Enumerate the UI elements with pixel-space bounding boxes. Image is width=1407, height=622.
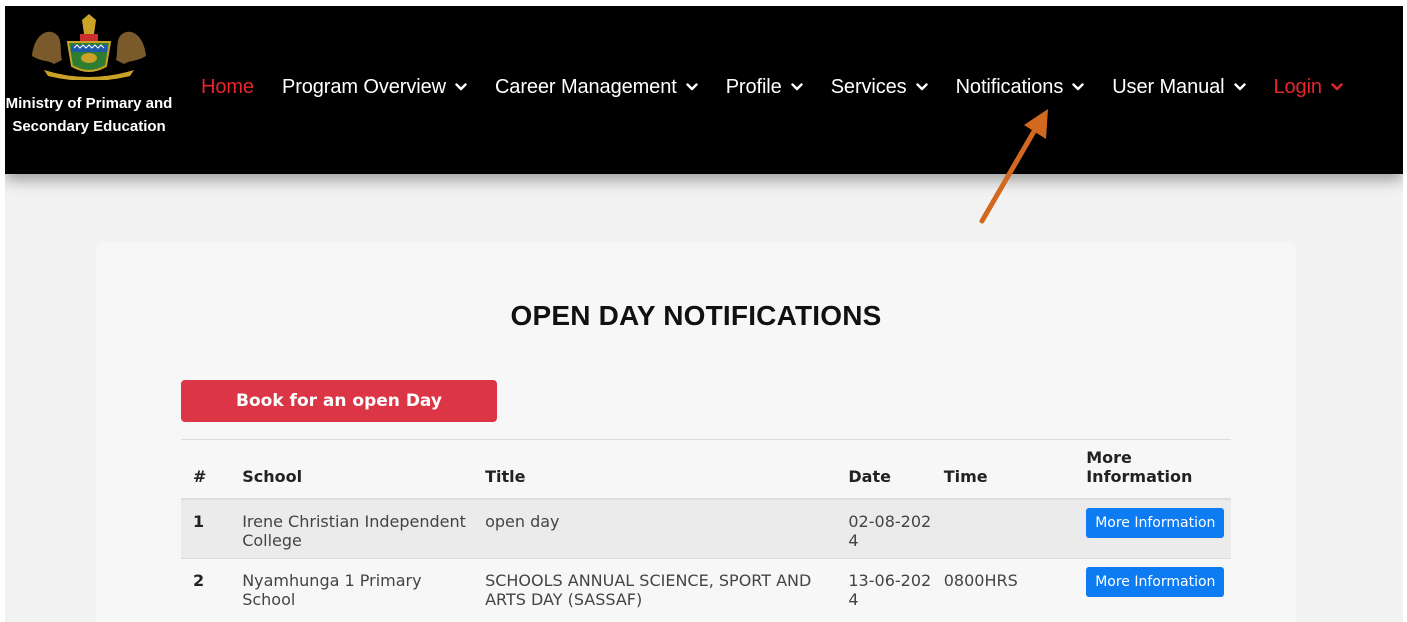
row-action: More Information [1080, 558, 1231, 617]
nav-notifications[interactable]: Notifications [942, 76, 1099, 99]
more-information-button[interactable]: More Information [1086, 508, 1225, 538]
header-time: Time [937, 439, 1081, 500]
coat-of-arms-icon [32, 14, 146, 80]
row-school: Nyamhunga 1 Primary School [236, 558, 480, 617]
row-time [937, 498, 1081, 559]
table-row: 1 Irene Christian Independent College op… [181, 498, 1231, 559]
brand[interactable]: Ministry of Primary and Secondary Educat… [5, 6, 173, 174]
nav-career-management[interactable]: Career Management [481, 76, 712, 99]
nav-program-overview-label: Program Overview [281, 75, 446, 98]
row-date: 13-06-2024 [842, 558, 938, 617]
header-date: Date [842, 439, 938, 500]
annotation-arrow-icon [979, 109, 1048, 224]
nav-home[interactable]: Home [201, 76, 268, 99]
row-time: 0800HRS [937, 558, 1081, 617]
top-navbar: Ministry of Primary and Secondary Educat… [5, 6, 1403, 174]
nav-user-manual[interactable]: User Manual [1098, 76, 1259, 99]
brand-name: Ministry of Primary and Secondary Educat… [5, 95, 173, 135]
nav-home-label: Home [201, 75, 254, 98]
row-school: Irene Christian Independent College [236, 498, 480, 559]
chevron-down-icon [1233, 83, 1246, 91]
row-num: 2 [181, 558, 237, 617]
nav-notifications-label: Notifications [955, 75, 1064, 98]
notifications-card: OPEN DAY NOTIFICATIONS Book for an open … [96, 242, 1296, 622]
table-header-row: # School Title Date Time More Informatio… [181, 439, 1231, 500]
table-row: 2 Nyamhunga 1 Primary School SCHOOLS ANN… [181, 558, 1231, 617]
row-date: 02-08-2024 [842, 498, 938, 559]
header-school: School [236, 439, 480, 500]
nav-services[interactable]: Services [817, 76, 942, 99]
nav-login[interactable]: Login [1260, 76, 1357, 99]
chevron-down-icon [685, 83, 698, 91]
page-title: OPEN DAY NOTIFICATIONS [510, 300, 882, 331]
chevron-down-icon [1072, 83, 1084, 91]
header-more-information-label: More Information [1086, 448, 1193, 486]
row-title: SCHOOLS ANNUAL SCIENCE, SPORT AND ARTS D… [479, 558, 843, 617]
nav-user-manual-label: User Manual [1112, 75, 1225, 98]
nav-services-label: Services [830, 75, 907, 98]
nav-program-overview[interactable]: Program Overview [268, 76, 481, 99]
row-action: More Information [1080, 498, 1231, 559]
nav-career-management-label: Career Management [494, 75, 677, 98]
more-information-button[interactable]: More Information [1086, 567, 1225, 597]
browser-viewport: Ministry of Primary and Secondary Educat… [5, 6, 1403, 622]
chevron-down-icon [790, 83, 803, 91]
row-num: 1 [181, 498, 237, 559]
chevron-down-icon [915, 83, 928, 91]
header-more-information: More Information [1080, 439, 1231, 500]
notifications-table-wrapper: # School Title Date Time More Informatio… [181, 439, 1231, 617]
nav-profile-label: Profile [725, 75, 782, 98]
main-menu: Home Program Overview Career Management … [201, 72, 1357, 102]
header-num: # [181, 439, 237, 500]
nav-login-label: Login [1273, 75, 1323, 98]
nav-profile[interactable]: Profile [712, 76, 817, 99]
chevron-down-icon [455, 83, 467, 91]
chevron-down-icon [1331, 83, 1343, 91]
notifications-table: # School Title Date Time More Informatio… [181, 439, 1231, 617]
header-title: Title [479, 439, 843, 500]
row-title: open day [479, 498, 843, 559]
book-open-day-button[interactable]: Book for an open Day [181, 380, 497, 422]
